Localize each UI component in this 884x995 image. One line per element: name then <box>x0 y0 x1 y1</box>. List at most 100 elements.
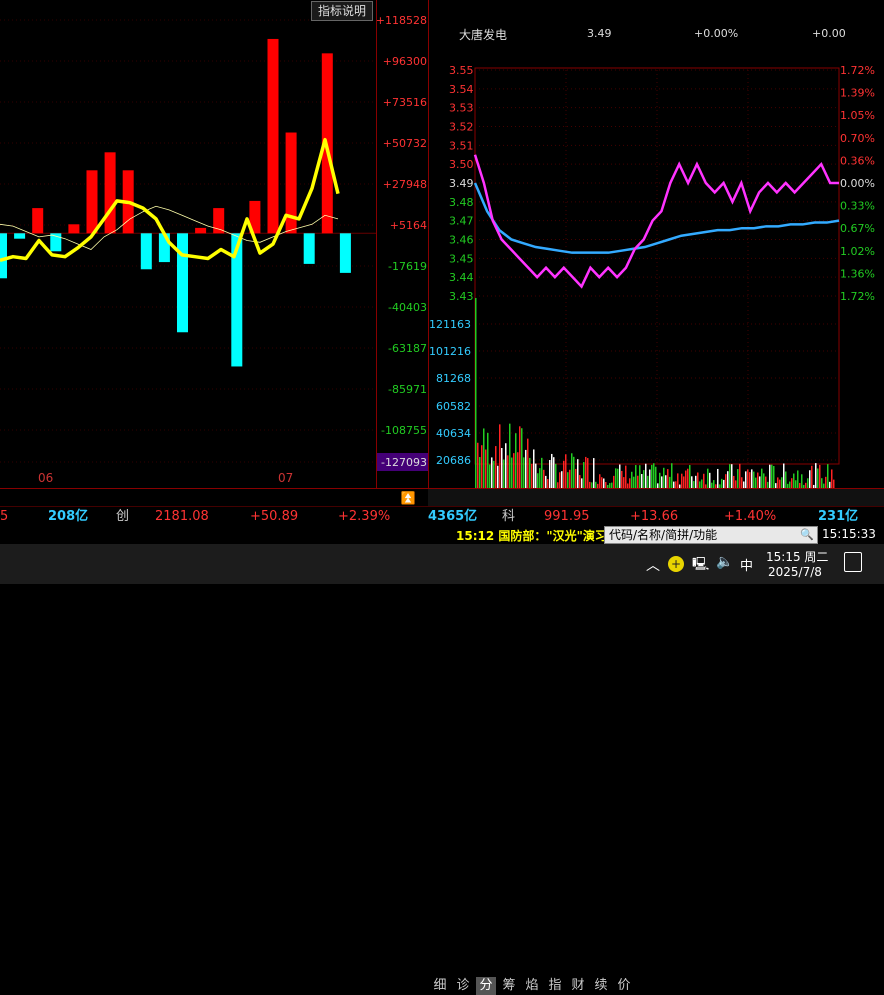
tab-6[interactable]: 财 <box>568 977 588 995</box>
volume-bar <box>619 464 621 488</box>
taskbar-time[interactable]: 15:15 周二 <box>766 548 828 565</box>
indicator-help-button[interactable]: 指标说明 <box>311 1 373 21</box>
flow-bar <box>195 227 207 234</box>
avg-price-line <box>473 182 840 254</box>
notification-icon[interactable] <box>844 552 862 572</box>
ticker-index2-pct: +1.40% <box>724 509 777 524</box>
pct-label: 1.39% <box>840 87 875 100</box>
flow-bar <box>177 233 188 333</box>
volume-bar <box>689 465 691 488</box>
volume-bar <box>569 469 571 488</box>
volume-bar <box>491 457 493 488</box>
volume-bar <box>769 464 771 488</box>
volume-bar <box>519 426 521 488</box>
network-icon[interactable]: 🖳 <box>692 555 709 577</box>
volume-bar <box>479 457 481 488</box>
volume-bar <box>485 449 487 488</box>
volume-bar <box>559 472 561 488</box>
chevron-up-icon[interactable]: ︿ <box>646 555 660 575</box>
volume-bar <box>725 474 727 488</box>
price-label: 3.47 <box>449 215 474 228</box>
volume-bar <box>815 463 817 488</box>
volume-label: 60582 <box>436 400 471 413</box>
volume-bar <box>505 443 507 488</box>
volume-bar <box>539 468 541 488</box>
taskbar-date[interactable]: 2025/7/8 <box>768 565 822 579</box>
tab-0[interactable]: 细 <box>430 977 450 995</box>
volume-bar <box>659 472 661 488</box>
tab-4[interactable]: 焰 <box>522 977 542 995</box>
volume-bar <box>683 476 685 488</box>
volume-bar <box>755 477 757 488</box>
tab-8[interactable]: 价 <box>614 977 634 995</box>
volume-bar <box>761 468 763 488</box>
flow-chart: 06 07 <box>0 19 376 485</box>
volume-bar <box>739 463 741 488</box>
volume-bar <box>703 473 705 488</box>
volume-bar <box>577 459 579 488</box>
volume-bar <box>513 453 515 488</box>
flow-bar <box>267 38 279 234</box>
price-label: 3.45 <box>449 252 474 265</box>
volume-bar <box>615 468 617 488</box>
volume-bar <box>633 476 635 488</box>
volume-bar <box>729 464 731 488</box>
volume-bar <box>495 446 497 488</box>
price-label: 3.52 <box>449 121 474 134</box>
intraday-chart: 3.55 3.54 3.53 3.52 3.51 3.50 3.49 3.48 3.47 3.46… <box>429 64 875 488</box>
news-headline[interactable]: 15:12 国防部："汉光"演习 <box>456 527 607 544</box>
volume-bar <box>797 470 799 488</box>
axis-tick-label: +118528 <box>377 14 427 27</box>
volume-bar <box>617 468 619 488</box>
tab-5[interactable]: 指 <box>545 977 565 995</box>
volume-bar <box>583 462 585 488</box>
volume-bar <box>777 477 779 488</box>
tab-3[interactable]: 筹 <box>499 977 519 995</box>
app-tray-icon[interactable]: + <box>668 556 684 572</box>
ime-indicator[interactable]: 中 <box>740 555 753 574</box>
search-icon[interactable]: 🔍 <box>800 527 814 543</box>
search-input[interactable]: 代码/名称/简拼/功能 <box>609 527 717 543</box>
pct-label: 1.72% <box>840 64 875 77</box>
tab-2[interactable]: 分 <box>476 977 496 995</box>
index-ticker: 5 208亿 创 2181.08 +50.89 +2.39% 4365亿 科 9… <box>0 506 884 525</box>
volume-bar <box>783 463 785 488</box>
date-label: 07 <box>278 471 293 485</box>
volume-bar <box>511 457 513 488</box>
volume-bar <box>733 475 735 488</box>
volume-bar <box>531 463 533 488</box>
volume-bar <box>757 472 759 488</box>
volume-bar <box>699 481 701 488</box>
volume-bar <box>817 468 819 488</box>
volume-bar <box>759 476 761 488</box>
axis-tick-label: -40403 <box>388 301 427 314</box>
tab-1[interactable]: 诊 <box>453 977 473 995</box>
search-box[interactable]: 代码/名称/简拼/功能 🔍 <box>604 526 818 544</box>
volume-bar <box>631 471 633 488</box>
volume-bar <box>529 457 531 488</box>
price-label: 3.54 <box>449 83 474 96</box>
price-label: 3.48 <box>449 196 474 209</box>
news-bar: 15:12 国防部："汉光"演习 代码/名称/简拼/功能 🔍 15:15:33 <box>0 524 884 544</box>
up-arrow-icon[interactable]: ⏫ <box>398 491 418 505</box>
volume-bar <box>565 454 567 488</box>
volume-label: 101216 <box>429 345 471 358</box>
volume-label: 121163 <box>429 318 471 331</box>
pct-label: 1.72% <box>840 290 875 303</box>
volume-bar <box>579 475 581 488</box>
volume-bar <box>613 475 615 488</box>
ticker-index2-change: +13.66 <box>630 509 679 524</box>
axis-tick-label: -108755 <box>381 424 427 437</box>
volume-bar <box>507 455 509 488</box>
volume-bar <box>525 449 527 488</box>
volume-bar <box>661 476 663 488</box>
volume-bar <box>603 478 605 488</box>
flow-bar <box>213 208 225 234</box>
volume-icon[interactable]: 🔈 <box>716 554 733 570</box>
volume-bar <box>779 479 781 488</box>
volume-bar <box>707 468 709 488</box>
volume-bar <box>599 474 601 488</box>
ticker-amount3: 231亿 <box>818 509 859 524</box>
volume-bar <box>749 472 751 488</box>
tab-7[interactable]: 续 <box>591 977 611 995</box>
